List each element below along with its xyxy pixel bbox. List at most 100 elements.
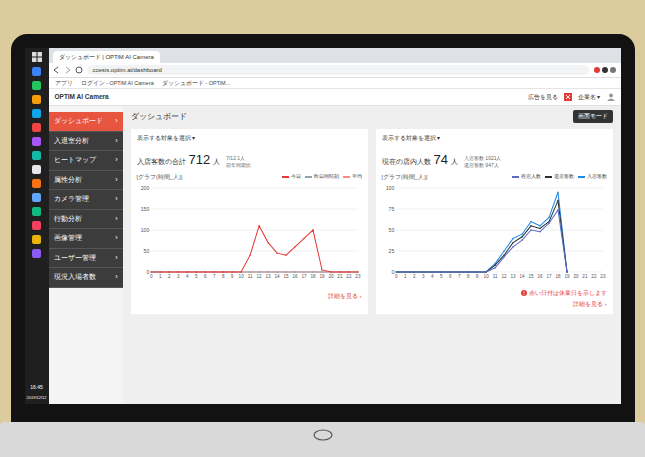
x-tick: 5: [194, 274, 197, 279]
data-point: [413, 271, 414, 272]
data-point: [431, 271, 432, 272]
data-point: [548, 222, 549, 223]
data-point: [204, 271, 205, 272]
metric-sub-line: 7/12 1人: [226, 155, 251, 163]
sidebar-item[interactable]: ダッシュボード›: [49, 112, 123, 132]
data-point: [285, 254, 286, 255]
date: 2019/12/12: [26, 396, 48, 400]
x-tick: 0: [150, 274, 153, 279]
data-point: [222, 271, 223, 272]
bookmarks-bar: アプリログイン - OPTiM AI Camera ダッシュボード - OPTiM…: [49, 78, 621, 89]
app-icon[interactable]: [32, 123, 41, 132]
x-tick: 15: [283, 274, 289, 279]
metric-value: 74: [434, 150, 448, 170]
chart-header: [グラフ(時間_人)]今日昨日同時刻平均: [137, 173, 362, 181]
browser-window: ダッシュボード | OPTiM AI Camera ccesis.optim.ai…: [49, 48, 621, 404]
page-heading: ダッシュボード: [131, 111, 187, 122]
app-icon[interactable]: [32, 221, 41, 230]
data-point: [330, 271, 331, 272]
sidebar-label: 現況入場者数: [54, 272, 96, 282]
bookmark[interactable]: アプリ: [55, 79, 73, 87]
app-icon[interactable]: [32, 151, 41, 160]
sidebar-chevron: ›: [115, 116, 117, 127]
app-icon[interactable]: [32, 165, 41, 174]
sidebar-item[interactable]: 属性分析›: [49, 171, 123, 191]
sidebar-item[interactable]: 画像管理›: [49, 229, 123, 249]
data-point: [168, 271, 169, 272]
details-link[interactable]: 詳細を見る ›: [137, 292, 362, 300]
metric-sub: 7/12 1人前年同期比: [226, 155, 251, 170]
notice: 赤い日付は休業日を示します: [382, 289, 607, 297]
data-point: [530, 229, 531, 230]
data-point: [395, 271, 396, 272]
y-tick: 100: [140, 227, 149, 233]
x-tick: 7: [457, 274, 460, 279]
data-point: [285, 271, 286, 272]
sidebar-label: 属性分析: [54, 175, 82, 185]
x-tick: 3: [176, 274, 179, 279]
sidebar-item[interactable]: ヒートマップ›: [49, 151, 123, 171]
sidebar-item[interactable]: 行動分析›: [49, 210, 123, 230]
chart-card: 表示する対象を選択 ▾入店客数の合計712人7/12 1人前年同期比[グラフ(時…: [131, 129, 368, 314]
data-point: [231, 271, 232, 272]
data-point: [539, 231, 540, 232]
data-point: [566, 271, 567, 272]
x-tick: 22: [591, 274, 597, 279]
x-tick: 14: [274, 274, 280, 279]
x-tick: 0: [395, 274, 398, 279]
app-icon[interactable]: [32, 95, 41, 104]
metric-sub-line: 入店客数 1021人: [464, 155, 502, 163]
data-point: [177, 271, 178, 272]
metric-sub-line: 退店客数 947人: [464, 162, 502, 170]
target-selector[interactable]: 表示する対象を選択 ▾: [137, 134, 362, 143]
data-point: [204, 271, 205, 272]
address-row: ccesis.optim.ai/dashboard: [49, 63, 621, 78]
app-icon[interactable]: [32, 137, 41, 146]
data-point: [276, 252, 277, 253]
data-point: [258, 271, 259, 272]
app-icon[interactable]: [32, 235, 41, 244]
legend-item: 今日: [282, 173, 301, 181]
data-point: [539, 225, 540, 226]
x-tick: 16: [292, 274, 298, 279]
screen-mode-button[interactable]: 画面モード: [573, 110, 613, 123]
target-selector[interactable]: 表示する対象を選択 ▾: [382, 134, 607, 143]
data-point: [521, 239, 522, 240]
data-point: [449, 271, 450, 272]
extensions-icon: [593, 66, 617, 74]
sidebar-item[interactable]: 入退室分析›: [49, 132, 123, 152]
app-icon[interactable]: [32, 81, 41, 90]
x-tick: 8: [221, 274, 224, 279]
x-tick: 13: [265, 274, 271, 279]
data-point: [177, 271, 178, 272]
browser-tab[interactable]: ダッシュボード | OPTiM AI Camera: [53, 51, 160, 63]
x-tick: 21: [337, 274, 343, 279]
app-icon[interactable]: [32, 109, 41, 118]
x-tick: 4: [430, 274, 433, 279]
data-point: [476, 271, 477, 272]
y-tick: 100: [385, 185, 394, 191]
app-header: OPTiM AI Camera広告を見る企業名 ▾: [49, 89, 621, 106]
app-icon[interactable]: [32, 67, 41, 76]
grid-line: [151, 229, 358, 230]
page-header: ダッシュボード 画面モード: [131, 110, 613, 123]
app-icon[interactable]: [32, 249, 41, 258]
notice-link[interactable]: 広告を見る: [528, 93, 558, 102]
sidebar-item[interactable]: ユーザー管理›: [49, 249, 123, 269]
app-icon[interactable]: [32, 207, 41, 216]
data-point: [494, 267, 495, 268]
app-icon[interactable]: [32, 179, 41, 188]
x-tick: 10: [483, 274, 489, 279]
legend-item: 入店客数: [578, 173, 607, 181]
user-menu[interactable]: 企業名 ▾: [578, 93, 601, 102]
app-icon[interactable]: [32, 193, 41, 202]
x-tick: 18: [310, 274, 316, 279]
legend-label: 今日: [291, 173, 301, 181]
sidebar-item[interactable]: カメラ管理›: [49, 190, 123, 210]
sidebar-item[interactable]: 現況入場者数›: [49, 268, 123, 288]
details-link[interactable]: 詳細を見る ›: [382, 300, 607, 308]
address-bar[interactable]: ccesis.optim.ai/dashboard: [87, 65, 589, 75]
legend-label: 退店客数: [554, 173, 574, 181]
bookmark[interactable]: ログイン - OPTiM AI Camera: [81, 79, 154, 87]
bookmark[interactable]: ダッシュボード - OPTiM...: [162, 79, 230, 87]
